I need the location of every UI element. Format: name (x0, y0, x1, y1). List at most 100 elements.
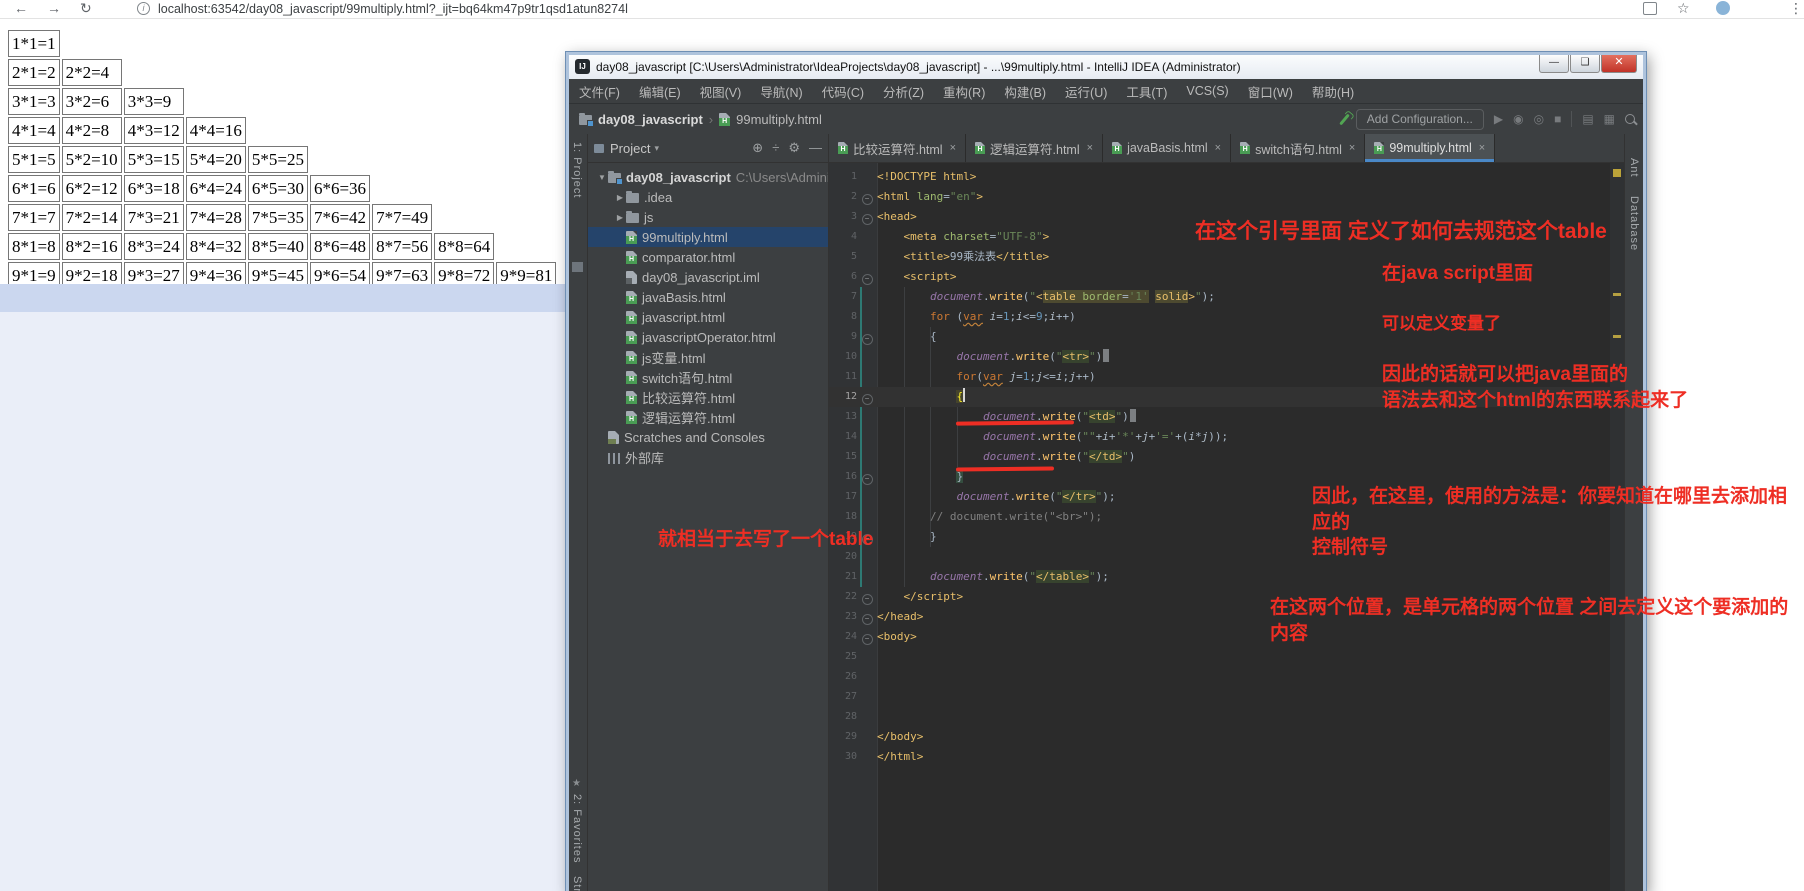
table-row: 2*1=2 2*2=4 (8, 59, 556, 86)
fold-marker[interactable]: − (857, 207, 877, 227)
toolwindow-project-tab[interactable]: 1: Project (571, 142, 583, 198)
tree-item[interactable]: ▶ js (588, 207, 828, 227)
build-wrench-icon[interactable] (1338, 113, 1350, 125)
fold-marker[interactable]: − (857, 187, 877, 207)
close-icon[interactable]: × (950, 142, 956, 154)
editor-tab[interactable]: 比较运算符.html × (829, 134, 967, 162)
debug-bug-icon[interactable]: ◉ (1513, 104, 1523, 134)
tree-item[interactable]: 外部库 (588, 447, 828, 467)
profile-avatar[interactable] (1716, 1, 1730, 15)
fold-marker (857, 507, 877, 527)
menu-item[interactable]: 帮助(H) (1312, 82, 1354, 101)
fold-marker[interactable]: − (857, 467, 877, 487)
breadcrumb-file[interactable]: 99multiply.html (736, 112, 822, 127)
fold-marker (857, 647, 877, 667)
tree-item[interactable]: 99multiply.html (588, 227, 828, 247)
menu-item[interactable]: 运行(U) (1065, 82, 1107, 101)
tree-item-label: comparator.html (642, 249, 736, 265)
minimize-button[interactable]: — (1539, 55, 1569, 73)
fold-marker[interactable]: − (857, 587, 877, 607)
code-text: document.write("</td>") (982, 450, 1136, 463)
menu-item[interactable]: 分析(Z) (883, 82, 924, 101)
maximize-button[interactable]: ❑ (1570, 55, 1600, 73)
editor-tab[interactable]: switch语句.html × (1231, 134, 1366, 162)
menu-item[interactable]: 构建(B) (1004, 82, 1046, 101)
toolwindow-database-tab[interactable]: Database (1628, 196, 1640, 251)
close-icon[interactable]: × (1349, 142, 1355, 154)
html-file-icon (1112, 142, 1123, 154)
expand-arrow-icon[interactable]: ▼ (596, 173, 608, 182)
run-play-icon[interactable]: ▶ (1494, 104, 1503, 134)
menu-item[interactable]: VCS(S) (1186, 84, 1228, 98)
add-configuration-button[interactable]: Add Configuration... (1355, 108, 1484, 130)
menu-item[interactable]: 重构(R) (943, 82, 985, 101)
menu-item[interactable]: 编辑(E) (639, 82, 681, 101)
gear-icon[interactable]: ⚙ (788, 140, 800, 156)
tree-item[interactable]: javascriptOperator.html (588, 327, 828, 347)
tree-item[interactable]: day08_javascript.iml (588, 267, 828, 287)
page-info-icon[interactable]: i (137, 2, 150, 15)
tree-item[interactable]: comparator.html (588, 247, 828, 267)
html-icon (626, 250, 637, 264)
expand-arrow-icon[interactable]: ▶ (614, 193, 626, 202)
back-icon[interactable]: ← (14, 0, 28, 17)
close-icon[interactable]: × (1087, 142, 1093, 154)
toolwindow-structure-tab[interactable]: Structure (571, 876, 583, 891)
close-button[interactable]: ✕ (1601, 55, 1637, 73)
editor-tab[interactable]: javaBasis.html × (1103, 134, 1232, 162)
close-icon[interactable]: × (1215, 142, 1221, 154)
tree-item[interactable]: Scratches and Consoles (588, 427, 828, 447)
toolwindow-ant-tab[interactable]: Ant (1628, 158, 1640, 178)
line-number: 4 (850, 231, 857, 242)
toolwindow-favorites-tab[interactable]: 2: Favorites (571, 794, 583, 863)
stripe-warning-mark (1613, 293, 1621, 296)
tree-item[interactable]: ▶ .idea (588, 187, 828, 207)
breadcrumb-project[interactable]: day08_javascript (598, 112, 703, 127)
locate-icon[interactable]: ⊕ (752, 140, 763, 156)
tree-item[interactable]: 比较运算符.html (588, 387, 828, 407)
fold-marker[interactable]: − (857, 387, 877, 407)
tree-item[interactable]: javaBasis.html (588, 287, 828, 307)
close-icon[interactable]: × (1479, 142, 1485, 154)
search-icon[interactable] (1625, 114, 1635, 124)
bookmark-icon[interactable] (572, 262, 583, 272)
collapse-all-icon[interactable]: ÷ (772, 140, 779, 156)
fold-marker[interactable]: − (857, 627, 877, 647)
menu-item[interactable]: 导航(N) (760, 82, 802, 101)
coverage-icon[interactable]: ◎ (1534, 104, 1544, 134)
tree-item[interactable]: switch语句.html (588, 367, 828, 387)
bookmark-star-icon[interactable]: ☆ (1677, 0, 1690, 17)
ide-title-bar[interactable]: IJ day08_javascript [C:\Users\Administra… (569, 55, 1643, 79)
refresh-icon[interactable]: ↻ (80, 0, 92, 17)
menu-item[interactable]: 文件(F) (579, 82, 620, 101)
expand-arrow-icon[interactable]: ▶ (614, 213, 626, 222)
project-structure-icon[interactable]: ▤ (1582, 104, 1593, 134)
tree-item[interactable]: javascript.html (588, 307, 828, 327)
fold-marker[interactable]: − (857, 607, 877, 627)
layout-icon[interactable]: ▦ (1604, 104, 1615, 134)
favorites-star-icon[interactable]: ★ (572, 778, 581, 789)
menu-item[interactable]: 视图(V) (700, 82, 742, 101)
editor-tab[interactable]: 99multiply.html × (1365, 134, 1496, 162)
table-cell: 7*2=14 (61, 204, 122, 231)
menu-item[interactable]: 代码(C) (822, 82, 864, 101)
line-number: 26 (844, 671, 857, 682)
table-row: 6*1=6 6*2=12 6*3=18 6*4=24 6*5=30 6*6=36 (8, 175, 556, 202)
browser-menu-icon[interactable]: ⋮ (1789, 0, 1803, 17)
project-panel-title[interactable]: Project (610, 141, 650, 156)
fold-marker[interactable]: − (857, 267, 877, 287)
tree-item[interactable]: 逻辑运算符.html (588, 407, 828, 427)
editor-tab[interactable]: 逻辑运算符.html × (966, 134, 1104, 162)
tree-item[interactable]: ▼ day08_javascriptC:\Users\Administr (588, 167, 828, 187)
fold-marker[interactable]: − (857, 327, 877, 347)
forward-icon[interactable]: → (47, 0, 61, 17)
tree-item[interactable]: js变量.html (588, 347, 828, 367)
table-cell: 7*1=7 (8, 204, 60, 231)
save-page-icon[interactable] (1643, 2, 1657, 15)
chevron-down-icon[interactable]: ▾ (654, 143, 659, 154)
menu-item[interactable]: 工具(T) (1126, 82, 1167, 101)
hide-panel-icon[interactable]: — (809, 140, 822, 156)
stop-icon[interactable]: ■ (1554, 104, 1561, 134)
menu-item[interactable]: 窗口(W) (1248, 82, 1293, 101)
address-bar-url[interactable]: localhost:63542/day08_javascript/99multi… (158, 1, 628, 17)
